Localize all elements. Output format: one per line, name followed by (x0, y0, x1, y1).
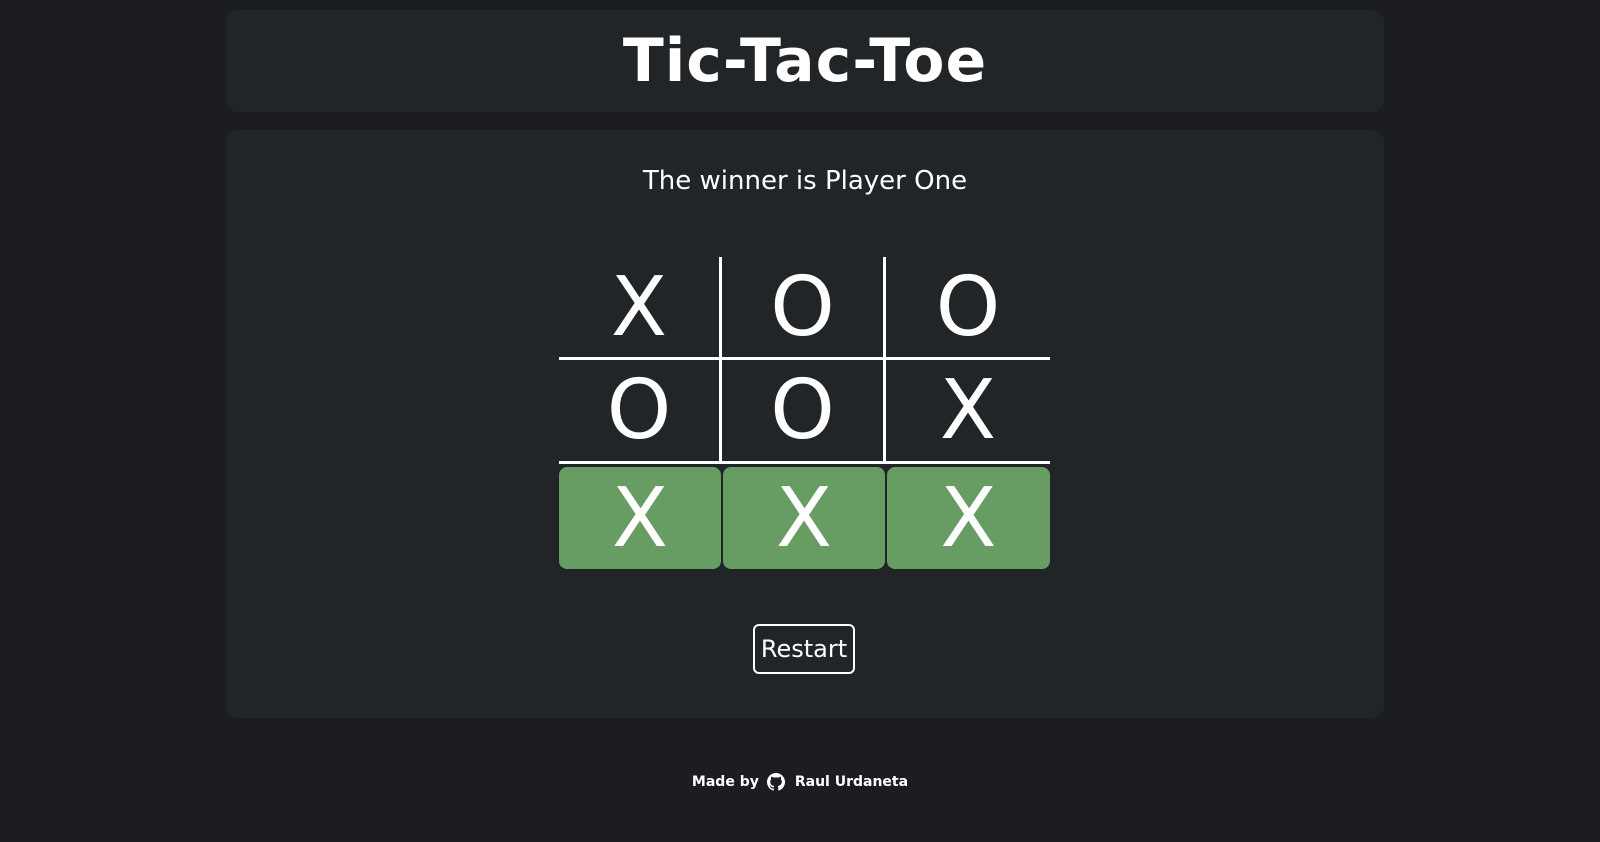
board-cell-2-2[interactable]: X (887, 467, 1050, 569)
board-cell-1-2[interactable]: X (886, 360, 1050, 464)
board-cell-2-0[interactable]: X (559, 467, 721, 569)
board-cell-0-0[interactable]: X (559, 257, 722, 360)
board-cell-0-2[interactable]: O (886, 257, 1050, 360)
footer: Made by Raul Urdaneta (0, 773, 1600, 791)
game-status: The winner is Player One (642, 166, 968, 196)
github-icon[interactable] (766, 773, 785, 791)
game-card: The winner is Player One X O O O O X X X… (226, 130, 1384, 718)
restart-button[interactable]: Restart (753, 624, 855, 674)
author-link[interactable]: Raul Urdaneta (795, 774, 908, 790)
footer-made-by: Made by (691, 774, 759, 790)
header-card: Tic-Tac-Toe (226, 10, 1384, 112)
board-cell-0-1[interactable]: O (722, 257, 886, 360)
game-board: X O O O O X X X X (559, 257, 1050, 569)
board-cell-1-1[interactable]: O (722, 360, 886, 464)
page-title: Tic-Tac-Toe (622, 26, 988, 96)
board-cell-2-1[interactable]: X (723, 467, 885, 569)
page: Tic-Tac-Toe The winner is Player One X O… (0, 0, 1600, 842)
board-cell-1-0[interactable]: O (559, 360, 722, 464)
